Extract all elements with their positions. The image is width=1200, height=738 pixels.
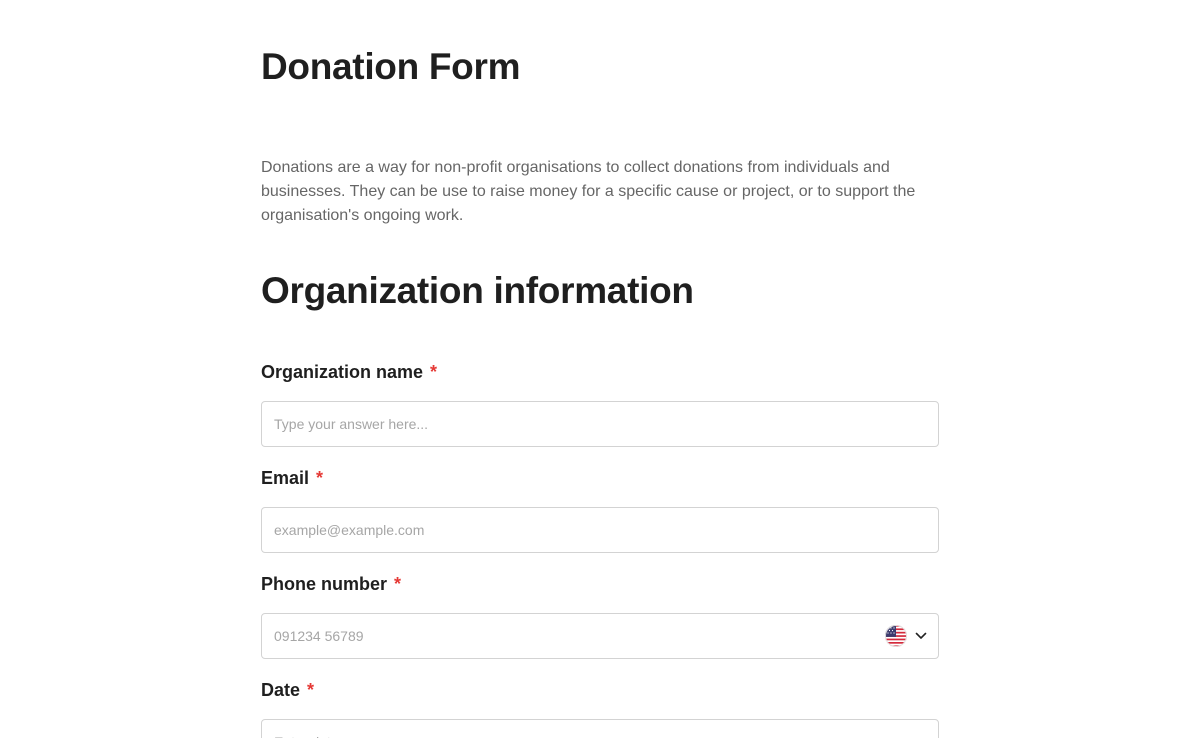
form-description: Donations are a way for non-profit organ… (261, 159, 916, 224)
section-title: Organization information (261, 270, 694, 311)
organization-name-label: Organization name * (261, 362, 437, 383)
donation-form-page: Donation Form Donations are a way for no… (0, 0, 1200, 738)
email-input[interactable] (261, 507, 939, 553)
required-asterisk: * (316, 468, 324, 488)
organization-name-label-text: Organization name (261, 362, 424, 382)
phone-number-input[interactable] (261, 613, 939, 659)
email-label-text: Email (261, 468, 310, 488)
phone-number-label: Phone number * (261, 574, 401, 595)
date-input[interactable] (261, 719, 939, 738)
chevron-down-icon (915, 632, 927, 639)
date-label-text: Date (261, 680, 301, 700)
required-asterisk: * (394, 574, 402, 594)
required-asterisk: * (307, 680, 315, 700)
country-code-dropdown[interactable] (885, 621, 931, 651)
email-label: Email * (261, 468, 323, 489)
form-title: Donation Form (261, 46, 521, 87)
us-flag-icon (885, 625, 907, 647)
required-asterisk: * (430, 362, 438, 382)
phone-number-label-text: Phone number (261, 574, 388, 594)
date-label: Date * (261, 680, 314, 701)
organization-name-input[interactable] (261, 401, 939, 447)
